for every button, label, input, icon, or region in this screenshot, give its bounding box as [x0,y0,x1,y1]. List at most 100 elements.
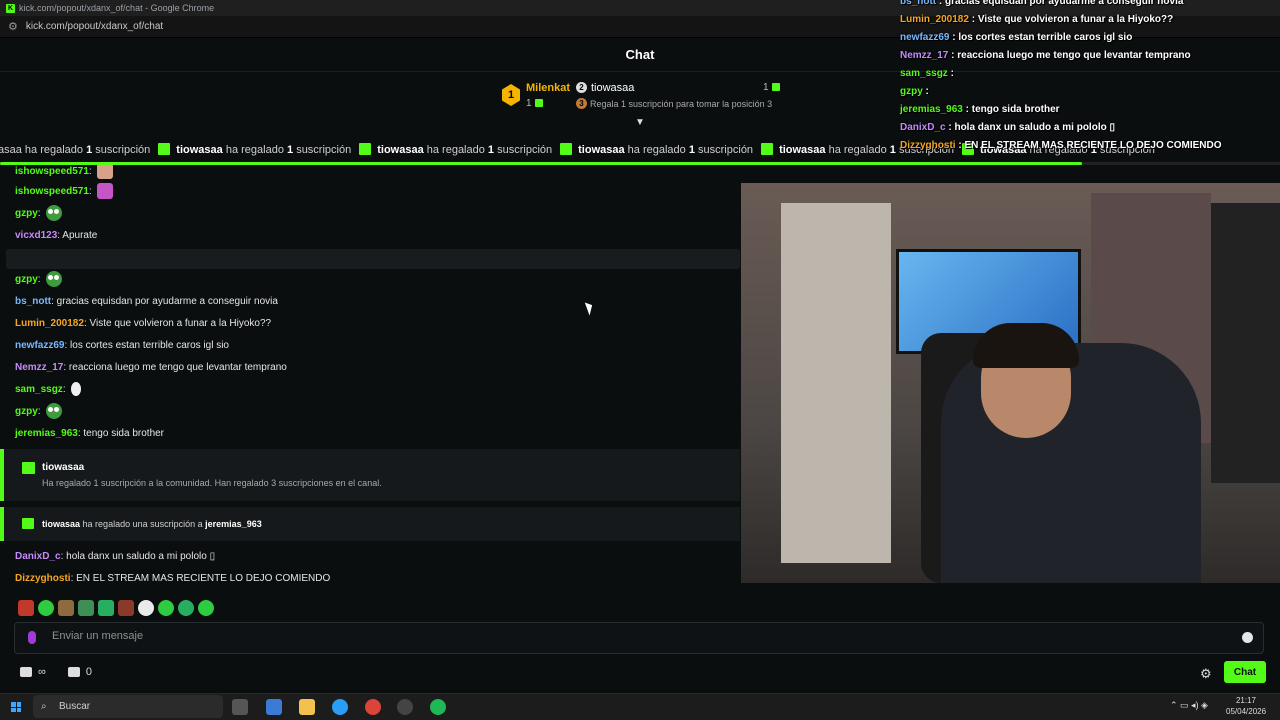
chat-username[interactable]: gzpy [15,208,38,219]
collapse-leaderboard-icon[interactable]: ▼ [633,118,647,128]
screen: Kkick.com/popout/xdanx_of/chat - Google … [0,0,1280,720]
rank-3-badge: 3 [576,98,587,109]
emote-angry-icon[interactable] [18,600,34,616]
chat-message[interactable]: Nemzz_17: reacciona luego me tengo que l… [15,358,287,378]
rank-3-hint: Regala 1 suscripción para tomar la posic… [590,99,773,109]
overlay-username: Dizzyghosti [900,140,956,151]
chat-username[interactable]: bs_nott [15,296,51,307]
chat-text: gracias equisdan por ayudarme a consegui… [56,296,278,307]
emote-skull-icon[interactable] [138,600,154,616]
sub-card-user[interactable]: tiowasaa [42,462,84,473]
chrome-icon[interactable] [365,699,381,715]
rank-1-name[interactable]: Milenkat [526,82,570,94]
overlay-text: hola danx un saludo a mi pololo ▯ [954,122,1115,133]
chat-message[interactable]: Lumin_200182: Viste que volvieron a funa… [15,314,271,334]
chat-message[interactable]: gzpy: [15,204,63,224]
taskbar-clock[interactable]: 21:17 05/04/2026 [1226,695,1266,717]
emote-hand-icon [97,165,114,180]
emote-frog-icon [46,403,63,420]
chat-text: Viste que volvieron a funar a la Hiyoko?… [89,318,272,329]
ticker-item: tiowasaa ha regalado 1 suscripción [158,138,351,162]
system-tray[interactable]: ⌃ ▭ ◂) ◈ [1170,700,1208,711]
chat-message[interactable]: Dizzyghosti: EN EL STREAM MAS RECIENTE L… [15,569,330,589]
message-placeholder[interactable]: Enviar un mensaje [52,630,143,642]
chat-username[interactable]: Lumin_200182 [15,318,84,329]
chat-username[interactable]: Nemzz_17 [15,362,63,373]
chat-message[interactable]: gzpy: [15,402,63,422]
message-input[interactable] [14,622,1264,654]
chat-message[interactable]: sam_ssgz: [15,380,82,400]
chat-username[interactable]: DanixD_c [15,551,61,562]
chat-message[interactable]: gzpy: [15,270,63,290]
users-icon[interactable] [20,667,32,677]
edge-icon[interactable] [332,699,348,715]
taskbar-search[interactable]: ⌕ Buscar [33,695,223,718]
gift-icon [158,143,171,155]
chat-username[interactable]: Dizzyghosti [15,573,71,584]
chat-overlay: bs_nott : gracias equisdan por ayudarme … [896,0,1280,160]
settings-gear-icon[interactable]: ⚙ [1200,666,1212,682]
chat-message[interactable]: vicxd123: Apurate [15,226,97,246]
ticker-item: tiowasaa ha regalado 1 suscripción [560,138,753,162]
emote-kick-icon[interactable] [98,600,114,616]
kick-logo-icon: K [6,3,15,13]
emote-laugh-icon[interactable] [198,600,214,616]
chat-message[interactable]: DanixD_c: hola danx un saludo a mi polol… [15,547,215,567]
sub-card-text: Ha regalado 1 suscripción a la comunidad… [42,478,382,488]
emote-clown-icon[interactable] [178,600,194,616]
emote-face-icon[interactable] [118,600,134,616]
overlay-username: DanixD_c [900,122,946,133]
gift-box-icon[interactable] [67,667,80,677]
task-view-icon[interactable] [232,699,248,715]
chat-username[interactable]: gzpy [15,406,38,417]
store-icon[interactable] [266,699,282,715]
chat-message[interactable]: jeremias_963: tengo sida brother [15,424,164,444]
chat-username[interactable]: gzpy [15,274,38,285]
overlay-username: Nemzz_17 [900,50,949,61]
chat-send-button[interactable]: Chat [1224,661,1266,683]
gift-icon [22,518,34,529]
emote-frog-icon[interactable] [38,600,54,616]
chat-text: tengo sida brother [83,428,165,439]
gift-icon [22,462,35,474]
chat-username[interactable]: ishowspeed571 [15,166,89,177]
overlay-username: sam_ssgz [900,68,948,79]
gift-card-user[interactable]: tiowasaa [42,519,80,529]
chat-username[interactable]: sam_ssgz [15,384,63,395]
chat-username[interactable]: jeremias_963 [15,428,78,439]
emote-smile-icon[interactable] [158,600,174,616]
rank-2-name[interactable]: tiowasaa [591,82,634,94]
chat-message[interactable]: ishowspeed571: [15,182,114,202]
ticker-item: asaa ha regalado 1 suscripción [0,144,151,156]
overlay-message: sam_ssgz : [900,68,954,79]
overlay-text: Viste que volvieron a funar a la Hiyoko?… [977,14,1174,25]
emote-burger-icon[interactable] [58,600,74,616]
emote-frog-icon [46,205,63,222]
rank-2-badge: 2 [576,82,587,93]
emote-pepe-icon[interactable] [78,600,94,616]
overlay-username: newfazz69 [900,32,950,43]
microphone-icon[interactable] [28,631,36,644]
bottom-toolbar: ∞ 0 [20,664,92,680]
emoji-picker-icon[interactable] [1242,632,1253,643]
infinity-label: ∞ [38,666,46,678]
chat-message[interactable]: ishowspeed571: [15,165,114,182]
gift-card-target[interactable]: jeremias_963 [205,519,262,529]
chat-username[interactable]: newfazz69 [15,340,64,351]
chat-username[interactable]: vicxd123 [15,230,57,241]
file-explorer-icon[interactable] [299,699,315,715]
site-settings-icon[interactable]: ⚙ [8,20,18,33]
chat-message[interactable]: newfazz69: los cortes estan terrible car… [15,336,229,356]
chat-message[interactable]: bs_nott: gracias equisdan por ayudarme a… [15,292,278,312]
windows-start-icon[interactable] [11,702,21,712]
overlay-username: jeremias_963 [900,104,963,115]
chat-title: Chat [625,47,655,62]
overlay-message: DanixD_c : hola danx un saludo a mi polo… [900,122,1115,133]
chat-username[interactable]: ishowspeed571 [15,186,89,197]
gift-card-text: ha regalado una suscripción a [82,519,203,529]
obs-icon[interactable] [397,699,413,715]
overlay-text: EN EL STREAM MAS RECIENTE LO DEJO COMIEN… [964,140,1222,151]
overlay-message: bs_nott : gracias equisdan por ayudarme … [900,0,1183,7]
spotify-icon[interactable] [430,699,446,715]
url-text[interactable]: kick.com/popout/xdanx_of/chat [26,21,163,32]
